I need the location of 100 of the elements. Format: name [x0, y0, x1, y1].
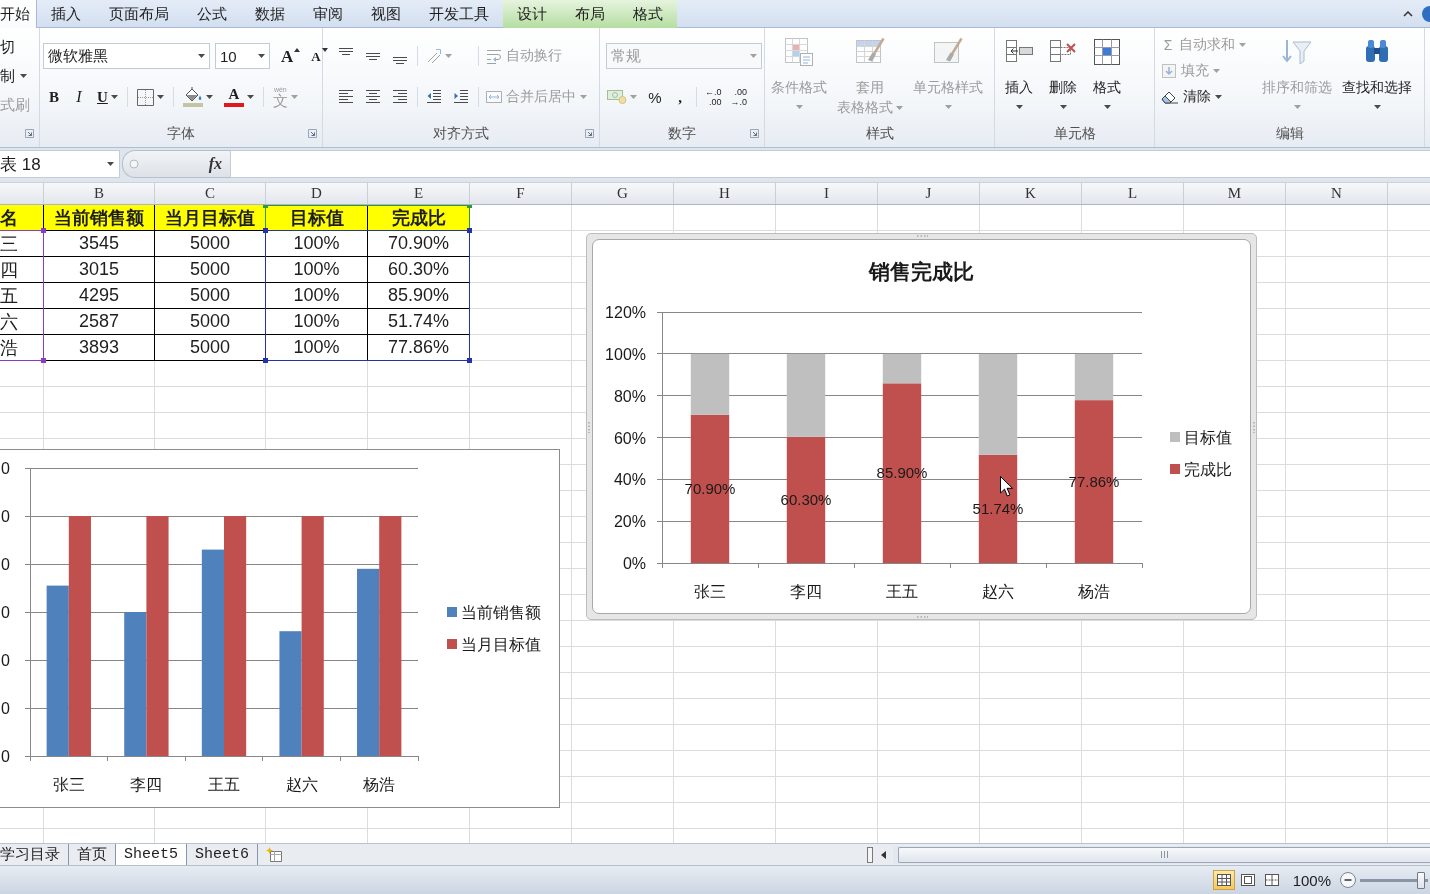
column-header[interactable]: K — [980, 183, 1082, 204]
highlighted-cell-grid-icon — [1091, 36, 1123, 68]
dialog-launcher-icon[interactable] — [308, 129, 317, 138]
ribbon-button[interactable]: B — [43, 86, 65, 108]
combo-box[interactable]: 10 — [215, 43, 270, 69]
column-header[interactable]: H — [674, 183, 776, 204]
ribbon-button[interactable]: A — [219, 86, 258, 108]
y-axis-label: 0 — [1, 508, 10, 525]
circle-handle-icon[interactable] — [129, 159, 139, 169]
column-header[interactable]: L — [1082, 183, 1184, 204]
align-right-icon — [392, 89, 408, 105]
cursor-icon — [1000, 476, 1013, 497]
ribbon-button[interactable]: 查找和选择 — [1339, 34, 1415, 117]
column-header[interactable]: G — [572, 183, 674, 204]
formula-input[interactable] — [230, 150, 1430, 178]
resize-handle-icon[interactable] — [1252, 420, 1256, 433]
ribbon-button[interactable]: A — [307, 45, 332, 67]
zoom-out-icon[interactable] — [1340, 872, 1356, 888]
ribbon-button[interactable]: % — [644, 86, 666, 108]
resize-handle-icon[interactable] — [915, 234, 928, 238]
square-handle-icon[interactable] — [263, 358, 268, 363]
zoom-slider-thumb[interactable] — [1416, 871, 1425, 889]
dialog-launcher-icon[interactable] — [750, 129, 759, 138]
ribbon-button[interactable]: ←.0 .00 — [702, 86, 725, 108]
slanted-lines-icon — [426, 48, 442, 64]
legend-label: 完成比 — [1184, 461, 1232, 478]
column-header[interactable]: D — [266, 183, 368, 204]
column-header[interactable]: I — [776, 183, 878, 204]
square-handle-icon[interactable] — [41, 358, 46, 363]
ribbon-tab[interactable]: 插入 — [37, 0, 95, 28]
column-header[interactable]: N — [1286, 183, 1388, 204]
combo-box[interactable]: 微软雅黑 — [43, 43, 210, 69]
ribbon-button[interactable]: A — [277, 45, 305, 67]
ribbon-tab[interactable]: 设计 — [503, 0, 561, 28]
split-handle-icon[interactable] — [867, 846, 873, 863]
ribbon-tab[interactable]: 格式 — [619, 0, 677, 28]
resize-handle-icon[interactable] — [915, 615, 928, 619]
square-handle-icon[interactable] — [467, 358, 472, 363]
caret-icon — [896, 106, 903, 111]
column-header[interactable]: C — [155, 183, 266, 204]
dialog-launcher-icon[interactable] — [585, 129, 594, 138]
ribbon-button[interactable]: , — [669, 86, 691, 108]
ribbon-tab[interactable]: 视图 — [357, 0, 415, 28]
column-header[interactable]: E — [368, 183, 470, 204]
view-button[interactable] — [1212, 870, 1235, 890]
x-axis-label: 张三 — [694, 583, 726, 600]
column-header[interactable]: M — [1184, 183, 1286, 204]
y-axis-label: 0% — [622, 555, 646, 572]
ribbon-tab[interactable]: 公式 — [183, 0, 241, 28]
caret-icon — [1239, 43, 1246, 47]
name-box[interactable]: 表 18 — [0, 150, 120, 178]
x-axis-label: 杨浩 — [1078, 583, 1110, 600]
caret-icon — [1059, 105, 1067, 109]
square-handle-icon[interactable] — [467, 228, 472, 233]
header-cell: 名 — [0, 205, 44, 231]
ribbon-button[interactable]: 删除 — [1044, 34, 1082, 117]
new-sheet-icon[interactable] — [266, 846, 285, 863]
ribbon-tab[interactable]: 审阅 — [299, 0, 357, 28]
arrow-left-icon — [880, 850, 886, 859]
table-cell: 4295 — [44, 283, 155, 309]
ribbon-tab[interactable]: 开始 — [0, 0, 37, 28]
caret-icon — [1293, 105, 1301, 109]
column-header[interactable]: F — [470, 183, 572, 204]
zoom-level: 100% — [1292, 871, 1331, 889]
insert-function-button[interactable]: fx — [208, 155, 222, 173]
table-cell: 100% — [266, 231, 368, 257]
ribbon-button[interactable]: 插入 — [1000, 34, 1038, 117]
column-header[interactable]: J — [878, 183, 980, 204]
table-cell: 3015 — [44, 257, 155, 283]
ribbon-button[interactable]: 制 — [0, 65, 27, 87]
highlighted-grid-icon — [783, 36, 815, 68]
column-header[interactable]: B — [44, 183, 155, 204]
resize-handle-icon[interactable] — [587, 420, 591, 433]
ribbon-button[interactable]: 切 — [0, 36, 15, 58]
chevron-up-icon[interactable] — [1403, 10, 1413, 17]
chart-title: 销售完成比 — [869, 260, 974, 283]
ribbon-tab[interactable]: 布局 — [561, 0, 619, 28]
table-cell: 3893 — [44, 335, 155, 361]
dialog-launcher-icon[interactable] — [25, 129, 34, 138]
ribbon-button[interactable]: U — [93, 86, 122, 108]
help-icon[interactable] — [1422, 5, 1430, 22]
ribbon-button[interactable]: 清除 — [1158, 86, 1249, 108]
x-axis-label: 李四 — [790, 583, 822, 600]
increase-indent-icon — [453, 89, 469, 105]
ribbon-button[interactable]: 格式 — [1088, 34, 1126, 117]
y-axis-label: 0 — [1, 748, 10, 765]
table-cell: 100% — [266, 257, 368, 283]
eraser-icon — [1161, 90, 1179, 104]
ribbon-button[interactable]: I — [68, 86, 90, 108]
sheet-tab[interactable]: Sheet5 — [116, 844, 187, 865]
ribbon-tab[interactable]: 页面布局 — [95, 0, 183, 28]
y-axis-label: 0 — [1, 652, 10, 669]
square-handle-icon[interactable] — [263, 228, 268, 233]
square-handle-icon[interactable] — [41, 228, 46, 233]
group-label: 数字 — [668, 124, 696, 143]
ribbon-tab[interactable]: 数据 — [241, 0, 299, 28]
align-center-icon — [365, 89, 381, 105]
ribbon-tab[interactable]: 开发工具 — [415, 0, 503, 28]
caret-icon — [110, 95, 118, 99]
ribbon-button[interactable]: .00 →.0 — [727, 86, 751, 108]
